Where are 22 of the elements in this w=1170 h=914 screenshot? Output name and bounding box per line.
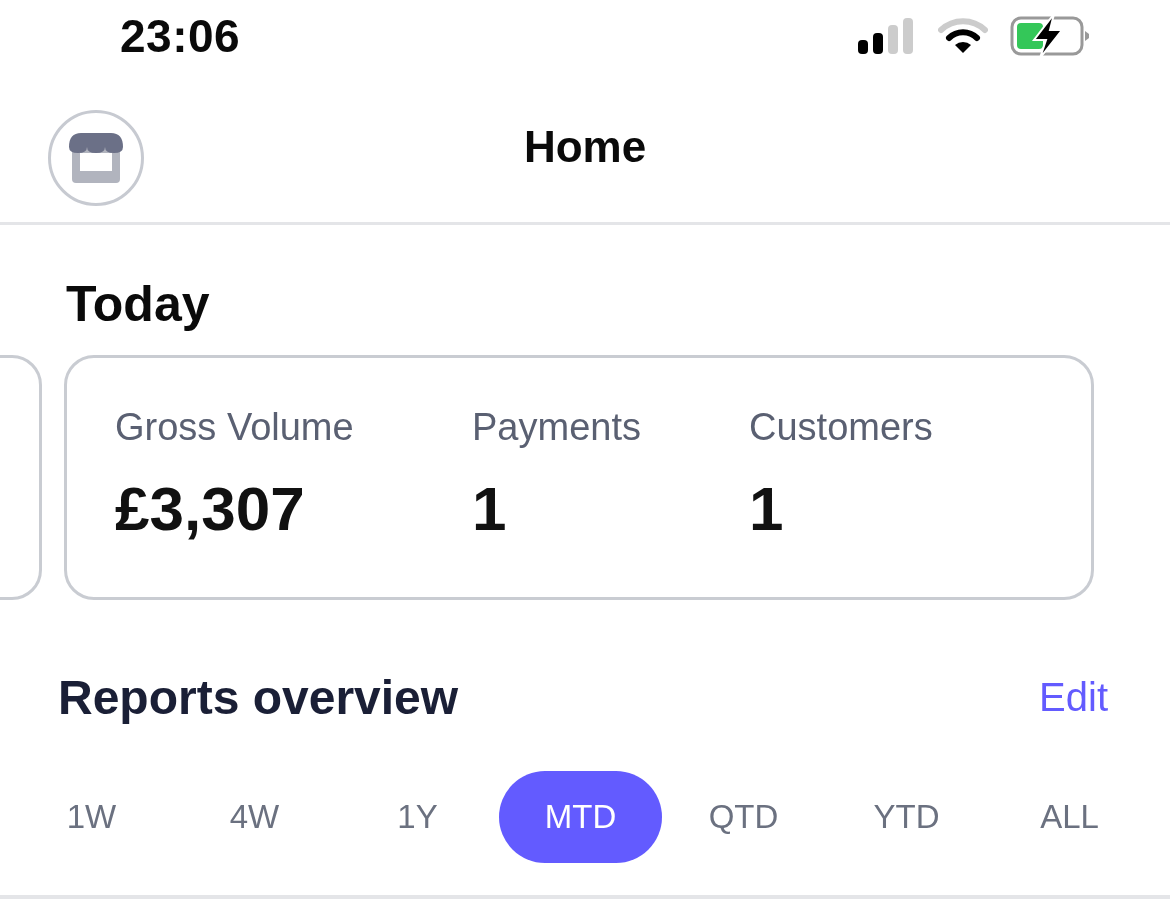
period-tab[interactable]: QTD <box>662 771 825 863</box>
period-tab[interactable]: YTD <box>825 771 988 863</box>
period-tab[interactable]: MTD <box>499 771 662 863</box>
status-time: 23:06 <box>120 9 241 63</box>
period-tab[interactable]: 4W <box>173 771 336 863</box>
stat-value: 1 <box>749 473 784 544</box>
stat-label: Customers <box>749 406 933 449</box>
stat-value: 1 <box>472 473 507 544</box>
section-heading: Today <box>66 275 210 333</box>
signal-icon <box>858 18 916 54</box>
storefront-icon <box>67 131 125 185</box>
period-tab[interactable]: ALL <box>988 771 1151 863</box>
stat-label: Gross Volume <box>115 406 354 449</box>
edit-link[interactable]: Edit <box>1039 675 1108 720</box>
battery-charging-icon <box>1010 14 1090 58</box>
section-heading: Reports overview <box>58 670 459 725</box>
page-title: Home <box>523 122 647 172</box>
wifi-icon <box>938 18 988 54</box>
stat-label: Payments <box>472 406 641 449</box>
period-tab[interactable]: 1W <box>10 771 173 863</box>
stat-value: £3,307 <box>115 473 305 544</box>
period-tab[interactable]: 1Y <box>336 771 499 863</box>
